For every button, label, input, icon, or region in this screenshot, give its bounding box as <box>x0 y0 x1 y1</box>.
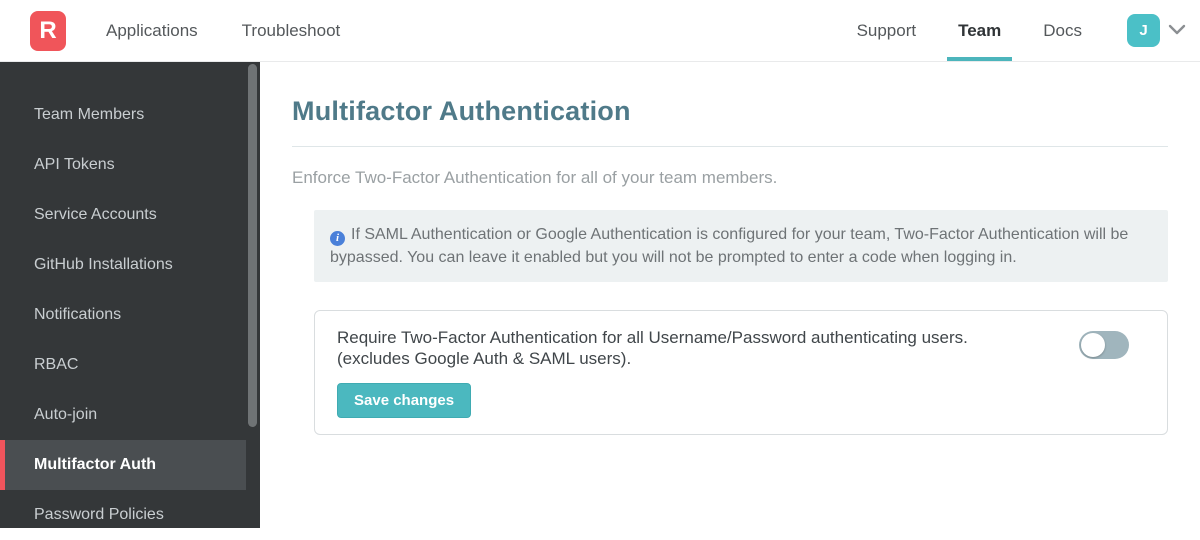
page-description: Enforce Two-Factor Authentication for al… <box>292 168 1168 188</box>
avatar[interactable]: J <box>1127 14 1160 47</box>
sidebar-item-github-installations[interactable]: GitHub Installations <box>0 240 260 290</box>
user-menu[interactable]: J <box>1127 14 1186 47</box>
saml-bypass-info-note: iIf SAML Authentication or Google Authen… <box>314 210 1168 282</box>
primary-nav: Applications Troubleshoot <box>106 21 340 41</box>
title-divider <box>292 146 1168 147</box>
rollbar-logo-icon[interactable]: R <box>30 11 66 51</box>
secondary-nav: Support Team Docs J <box>846 0 1186 61</box>
sidebar-item-rbac[interactable]: RBAC <box>0 340 260 390</box>
two-factor-toggle[interactable] <box>1079 331 1129 359</box>
info-note-text: If SAML Authentication or Google Authent… <box>330 226 1128 266</box>
nav-item-troubleshoot[interactable]: Troubleshoot <box>242 21 341 41</box>
page-title: Multifactor Authentication <box>292 96 1168 127</box>
sidebar-item-auto-join[interactable]: Auto-join <box>0 390 260 440</box>
sidebar-item-password-policies[interactable]: Password Policies <box>0 490 260 540</box>
info-icon: i <box>330 231 345 246</box>
settings-sidebar: Team Members API Tokens Service Accounts… <box>0 62 260 528</box>
sidebar-item-service-accounts[interactable]: Service Accounts <box>0 190 260 240</box>
nav-item-team[interactable]: Team <box>947 0 1012 61</box>
setting-label-line2: (excludes Google Auth & SAML users). <box>337 348 1007 369</box>
sidebar-item-notifications[interactable]: Notifications <box>0 290 260 340</box>
two-factor-setting-card: Require Two-Factor Authentication for al… <box>314 310 1168 435</box>
sidebar-scrollbar[interactable] <box>248 64 257 427</box>
chevron-down-icon <box>1168 22 1186 40</box>
sidebar-item-team-members[interactable]: Team Members <box>0 90 260 140</box>
toggle-knob <box>1081 333 1105 357</box>
sidebar-item-multifactor-auth[interactable]: Multifactor Auth <box>0 440 246 490</box>
save-changes-button[interactable]: Save changes <box>337 383 471 418</box>
nav-item-support[interactable]: Support <box>846 0 928 61</box>
nav-item-applications[interactable]: Applications <box>106 21 198 41</box>
main-content: Multifactor Authentication Enforce Two-F… <box>260 62 1200 528</box>
setting-label: Require Two-Factor Authentication for al… <box>337 327 1007 369</box>
top-navigation-bar: R Applications Troubleshoot Support Team… <box>0 0 1200 62</box>
setting-label-line1: Require Two-Factor Authentication for al… <box>337 327 1007 348</box>
sidebar-item-api-tokens[interactable]: API Tokens <box>0 140 260 190</box>
nav-item-docs[interactable]: Docs <box>1032 0 1093 61</box>
